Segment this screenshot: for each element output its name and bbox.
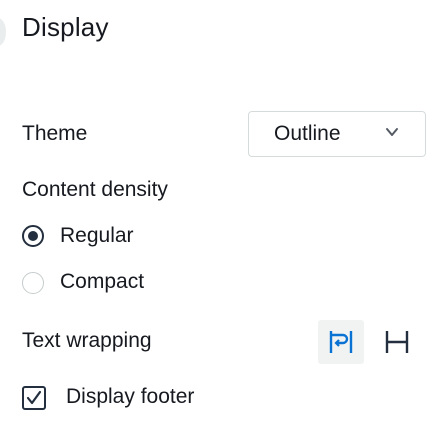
theme-label: Theme bbox=[22, 122, 88, 145]
content-density-label: Content density bbox=[22, 178, 168, 201]
wrap-toggle-selected[interactable] bbox=[318, 320, 364, 364]
checkmark-icon bbox=[26, 390, 42, 405]
theme-select[interactable]: Outline bbox=[248, 111, 426, 157]
no-wrap-toggle[interactable] bbox=[374, 320, 420, 364]
panel-title: Display bbox=[22, 12, 109, 42]
compact-label: Compact bbox=[60, 270, 145, 293]
text-wrapping-label: Text wrapping bbox=[22, 329, 152, 352]
theme-select-value: Outline bbox=[274, 122, 341, 145]
display-settings-panel: Display Theme Outline Content density Re… bbox=[0, 0, 434, 442]
regular-label: Regular bbox=[60, 224, 134, 247]
text-wrap-icon bbox=[328, 329, 354, 355]
compact-radio[interactable] bbox=[22, 272, 44, 294]
display-footer-label: Display footer bbox=[66, 385, 195, 408]
text-no-wrap-icon bbox=[384, 329, 410, 355]
chevron-down-icon bbox=[385, 125, 399, 139]
regular-radio[interactable] bbox=[22, 225, 44, 247]
panel-edge-decoration bbox=[0, 18, 6, 46]
display-footer-checkbox[interactable] bbox=[22, 386, 46, 410]
